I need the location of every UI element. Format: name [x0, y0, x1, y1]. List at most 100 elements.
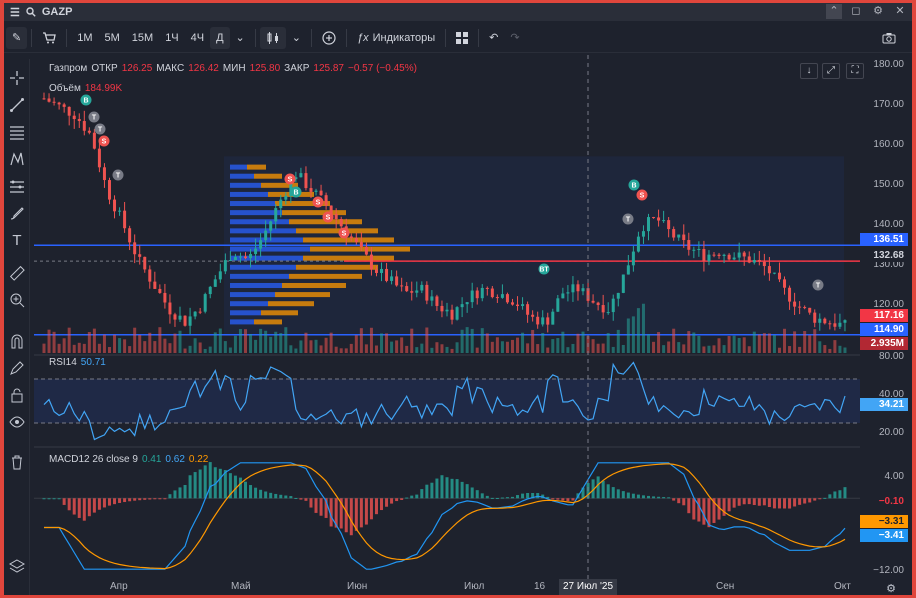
volume-bar: [274, 331, 278, 353]
cart-icon[interactable]: [36, 27, 62, 49]
interval-5m[interactable]: 5M: [99, 27, 126, 49]
trendline-icon[interactable]: [8, 96, 26, 114]
pattern-icon[interactable]: [8, 150, 26, 168]
undo-icon[interactable]: ↶: [483, 27, 504, 49]
fib-icon[interactable]: [8, 177, 26, 195]
crosshair-time-label: 27 Июл '25: [559, 579, 618, 595]
interval-15m[interactable]: 15M: [126, 27, 159, 49]
crosshair-icon[interactable]: [8, 69, 26, 87]
candle-body: [299, 173, 303, 178]
volume-bar: [475, 347, 479, 353]
macd-histogram-bar: [113, 498, 117, 505]
layout-icon[interactable]: [450, 27, 474, 49]
interval-1h[interactable]: 1Ч: [159, 27, 184, 49]
candle-body: [672, 229, 676, 238]
vp-bar-down: [296, 264, 378, 270]
volume-bar: [354, 335, 358, 353]
trash-icon[interactable]: [8, 453, 26, 471]
ruler-icon[interactable]: [8, 264, 26, 282]
volume-bar: [762, 333, 766, 353]
chevron-down-icon[interactable]: ⌄: [230, 27, 251, 49]
camera-icon[interactable]: [876, 27, 902, 49]
vp-bar-down: [296, 228, 378, 234]
macd-histogram-bar: [828, 494, 832, 499]
macd-histogram-bar: [188, 475, 192, 499]
candle-body: [319, 190, 323, 196]
interval-day[interactable]: Д: [210, 26, 230, 49]
vp-bar-up: [230, 219, 289, 225]
candle-body: [465, 302, 469, 305]
eye-icon[interactable]: [8, 413, 26, 431]
macd-histogram-bar: [259, 489, 263, 499]
signal-marker-label: B: [631, 183, 636, 190]
macd-histogram-bar: [249, 485, 253, 499]
macd-histogram-bar: [652, 496, 656, 499]
candle-body: [808, 307, 812, 313]
volume-bar: [42, 343, 46, 353]
macd-histogram-bar: [631, 493, 635, 499]
price-chart[interactable]: BTTSTSBSSSBTBSTT: [34, 55, 860, 585]
volume-bar: [571, 343, 575, 353]
macd-histogram-bar: [269, 492, 273, 499]
macd-histogram-bar: [752, 498, 756, 506]
price-axis[interactable]: 180.00 170.00 160.00 150.00 140.00 130.0…: [860, 55, 912, 595]
collapse-icon[interactable]: ⌃: [826, 4, 842, 19]
candle-body: [500, 294, 504, 298]
maximize-icon[interactable]: ◻: [848, 4, 864, 19]
arrow-down-icon[interactable]: ↓: [800, 63, 818, 79]
macd-histogram-bar: [395, 498, 399, 502]
macd-histogram-bar: [203, 465, 207, 499]
redo-icon[interactable]: ↷: [504, 27, 525, 49]
close-icon[interactable]: ✕: [892, 4, 908, 19]
macd-histogram-bar: [475, 490, 479, 499]
pencil-lock-icon[interactable]: [8, 359, 26, 377]
magnet-icon[interactable]: [8, 332, 26, 350]
macd-histogram-bar: [485, 495, 489, 499]
candles-icon[interactable]: [259, 26, 286, 49]
candle-body: [798, 306, 802, 308]
brush-icon[interactable]: [8, 204, 26, 222]
settings-icon[interactable]: ⚙: [870, 4, 886, 19]
zoom-in-icon[interactable]: [8, 291, 26, 309]
volume-bar: [223, 341, 227, 353]
pencil-icon[interactable]: ✎: [6, 26, 28, 49]
expand-icon[interactable]: ⤢: [822, 63, 840, 79]
candle-body: [636, 236, 640, 252]
add-circle-icon[interactable]: [316, 27, 342, 49]
layers-icon[interactable]: [8, 557, 26, 575]
volume-bar: [717, 338, 721, 353]
settings-gear-icon[interactable]: ⚙: [882, 579, 900, 595]
volume-bar: [203, 348, 207, 353]
macd-histogram-bar: [385, 498, 389, 507]
menu-icon[interactable]: ☰: [10, 6, 20, 19]
volume-bar: [133, 327, 137, 353]
candle-body: [405, 286, 409, 292]
candle-body: [772, 272, 776, 274]
volume-bar: [621, 344, 625, 353]
time-axis[interactable]: Апр Май Июн Июл 16 27 Июл '25 Сен Окт: [34, 579, 860, 595]
candle-body: [838, 322, 842, 327]
volume-bar: [838, 345, 842, 353]
indicators-button[interactable]: ƒx Индикаторы: [351, 27, 441, 49]
macd-histogram-bar: [143, 498, 147, 500]
lock-icon[interactable]: [8, 386, 26, 404]
macd-histogram-bar: [97, 498, 101, 510]
horizontal-lines-icon[interactable]: [8, 123, 26, 141]
volume-value: 184.99K: [84, 83, 123, 94]
upper-level-tag: 136.51: [860, 233, 908, 246]
symbol-search[interactable]: ☰ GAZP: [4, 6, 72, 19]
interval-1m[interactable]: 1M: [71, 27, 98, 49]
macd-histogram-bar: [767, 498, 771, 508]
candle-body: [254, 248, 258, 255]
candle-body: [193, 311, 197, 317]
text-tool-icon[interactable]: T: [8, 231, 26, 249]
volume-bar: [440, 344, 444, 353]
signal-marker-label: T: [98, 127, 103, 134]
symbol-name[interactable]: GAZP: [42, 6, 73, 18]
chevron-down-icon[interactable]: ⌄: [286, 27, 307, 49]
vp-bar-up: [230, 173, 254, 179]
candle-body: [652, 217, 656, 219]
candle-body: [410, 291, 414, 293]
interval-4h[interactable]: 4Ч: [185, 27, 210, 49]
volume-bar: [52, 331, 56, 353]
